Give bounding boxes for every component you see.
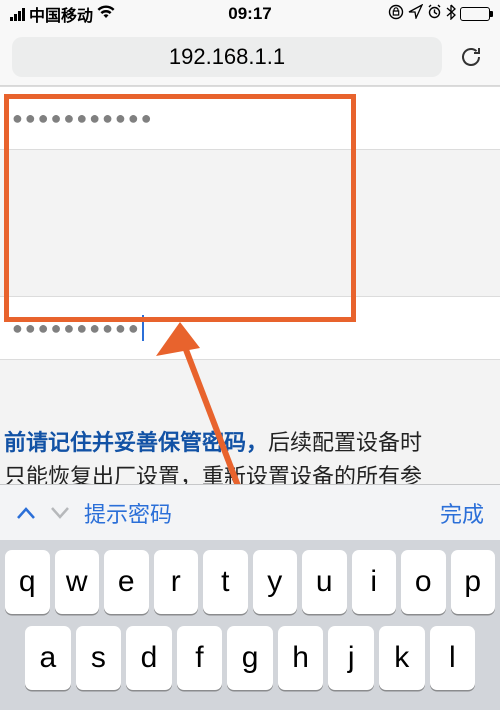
address-field[interactable]: 192.168.1.1 (12, 37, 442, 77)
address-text: 192.168.1.1 (169, 44, 285, 70)
status-left: 中国移动 (10, 2, 115, 26)
page-content: ●●●●●●●●●●● ●●●●●●●●●● 前请记住并妥善保管密码，后续配置设… (0, 86, 500, 484)
prev-field-button[interactable] (16, 500, 36, 526)
key-i[interactable]: i (352, 550, 397, 614)
key-s[interactable]: s (76, 626, 122, 690)
accessory-left: 提示密码 (16, 497, 172, 529)
hint-text: 前请记住并妥善保管密码，后续配置设备时 只能恢复出厂设置，重新设置设备的所有参 (0, 426, 500, 484)
key-j[interactable]: j (328, 626, 374, 690)
orientation-lock-icon (388, 4, 404, 25)
alarm-icon (427, 4, 442, 24)
key-l[interactable]: l (430, 626, 476, 690)
key-o[interactable]: o (401, 550, 446, 614)
keyboard-accessory-bar: 提示密码 完成 (0, 484, 500, 540)
key-r[interactable]: r (154, 550, 199, 614)
key-p[interactable]: p (451, 550, 496, 614)
wifi-icon (97, 5, 115, 24)
status-right (388, 4, 490, 25)
hint-bold: 前请记住并妥善保管密码， (4, 430, 268, 455)
status-bar: 中国移动 09:17 (0, 0, 500, 28)
key-g[interactable]: g (227, 626, 273, 690)
battery-icon (460, 7, 490, 21)
key-q[interactable]: q (5, 550, 50, 614)
carrier-label: 中国移动 (29, 2, 93, 26)
reload-button[interactable] (454, 40, 488, 74)
hint-line2: 只能恢复出厂设置，重新设置设备的所有参 (4, 464, 422, 484)
bluetooth-icon (446, 4, 456, 25)
signal-icon (10, 8, 25, 21)
hint-line1: 后续配置设备时 (268, 430, 422, 455)
keyboard-row-1: qwertyuiop (5, 550, 495, 614)
next-field-button[interactable] (50, 500, 70, 526)
soft-keyboard: qwertyuiop asdfghjkl (0, 540, 500, 710)
key-u[interactable]: u (302, 550, 347, 614)
key-e[interactable]: e (104, 550, 149, 614)
key-k[interactable]: k (379, 626, 425, 690)
key-h[interactable]: h (278, 626, 324, 690)
key-t[interactable]: t (203, 550, 248, 614)
key-y[interactable]: y (253, 550, 298, 614)
done-button[interactable]: 完成 (440, 497, 484, 529)
key-a[interactable]: a (25, 626, 71, 690)
location-icon (408, 4, 423, 24)
key-w[interactable]: w (55, 550, 100, 614)
key-f[interactable]: f (177, 626, 223, 690)
reload-icon (457, 43, 485, 71)
key-d[interactable]: d (126, 626, 172, 690)
browser-url-bar: 192.168.1.1 (0, 28, 500, 86)
keyboard-row-2: asdfghjkl (5, 626, 495, 690)
annotation-highlight-box (4, 94, 356, 322)
password-suggest-button[interactable]: 提示密码 (84, 497, 172, 529)
